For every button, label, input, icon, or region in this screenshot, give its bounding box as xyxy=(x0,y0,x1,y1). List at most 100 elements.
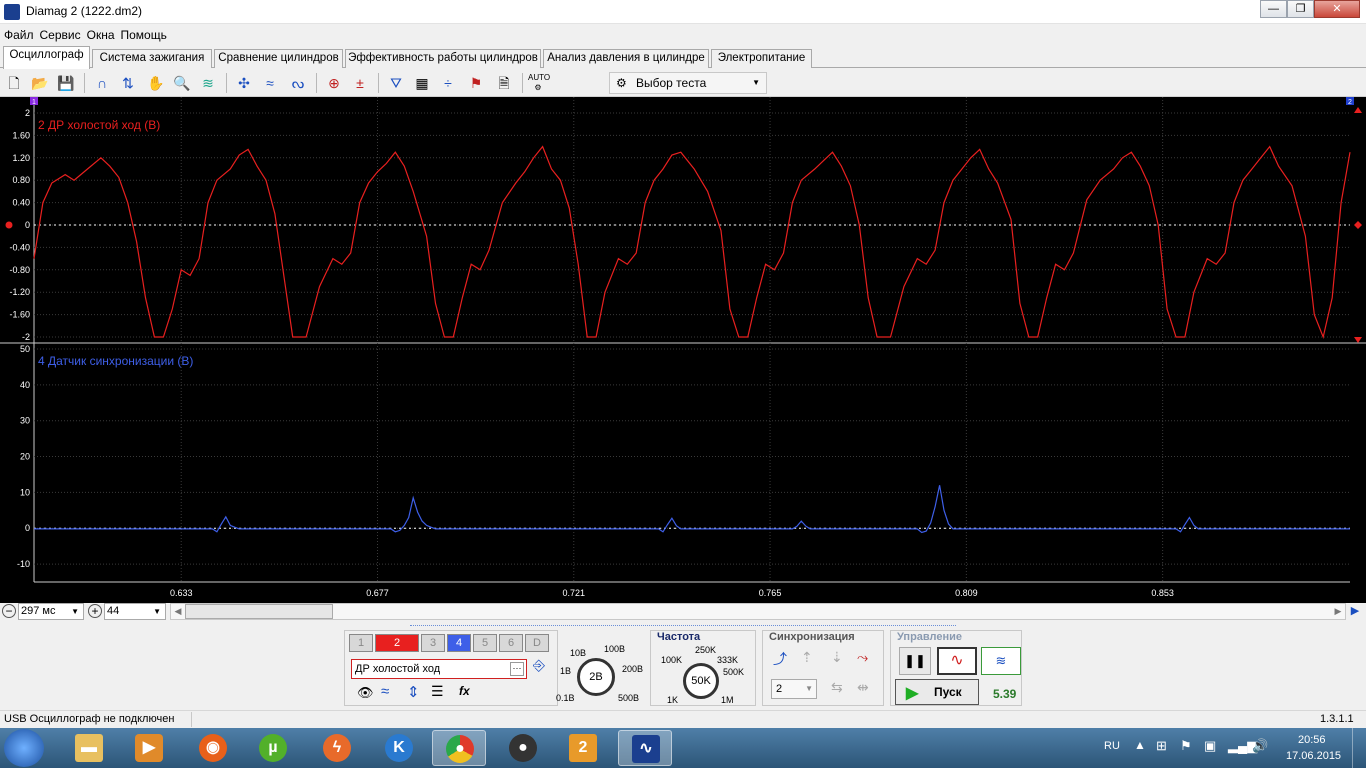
sync-level-icon[interactable]: ⇆ xyxy=(831,679,843,696)
pause-button[interactable]: ❚❚ xyxy=(899,647,931,675)
frequency-knob[interactable]: 50K xyxy=(683,663,719,699)
sync-down-icon[interactable]: ⇣ xyxy=(831,649,843,666)
oscilloscope-view[interactable]: 2 1.60 1.20 0.80 0.40 0 -0.40 -0.80 -1.20 -1.60 -2… xyxy=(0,97,1366,603)
tray-volume-icon[interactable]: 🔊 xyxy=(1252,738,1268,754)
oscilloscope-canvas[interactable]: 2 1.60 1.20 0.80 0.40 0 -0.40 -0.80 -1.20 -1.60 -2… xyxy=(0,97,1366,603)
grid-icon[interactable]: ▦ xyxy=(412,73,432,93)
taskbar-firefox[interactable]: ◉ xyxy=(186,730,240,766)
menu-file[interactable]: Файл xyxy=(0,26,36,42)
rising-edge-icon[interactable]: ⤴ xyxy=(773,649,787,669)
trace-icon[interactable]: ∩ xyxy=(92,73,112,93)
more-button[interactable]: ··· xyxy=(510,662,524,676)
vertical-shift-icon[interactable]: ⇕ xyxy=(407,683,420,701)
scroll-left-icon[interactable]: ◀ xyxy=(171,604,185,619)
channel-button-1[interactable]: 1 xyxy=(349,634,373,652)
hand-icon[interactable]: ✋ xyxy=(146,73,166,93)
tab-cylinder-compare[interactable]: Сравнение цилиндров xyxy=(214,49,343,68)
new-file-icon[interactable]: 🗋 xyxy=(4,73,24,93)
taskbar-game[interactable]: 2 xyxy=(556,730,610,766)
start-button[interactable]: ▶ Пуск xyxy=(895,679,979,705)
menu-help[interactable]: Помощь xyxy=(117,26,169,42)
tab-pressure-analysis[interactable]: Анализ давления в цилиндре xyxy=(543,49,709,68)
tray-flag-icon[interactable]: ⚑ xyxy=(1180,738,1192,754)
tray-device-icon[interactable]: ▣ xyxy=(1204,738,1216,754)
sync-up-icon[interactable]: ⇡ xyxy=(801,649,813,666)
maximize-button[interactable]: ❐ xyxy=(1287,0,1314,18)
utorrent-icon: µ xyxy=(259,734,287,762)
channel-button-3[interactable]: 3 xyxy=(421,634,445,652)
taskbar-chrome[interactable]: ● xyxy=(432,730,486,766)
channel-button-2[interactable]: 2 xyxy=(375,634,419,652)
filter-icon[interactable]: ≋ xyxy=(198,73,218,93)
eye-icon[interactable]: 👁 xyxy=(357,685,374,701)
taskbar-utorrent[interactable]: µ xyxy=(246,730,300,766)
taskbar-recorder[interactable]: ● xyxy=(496,730,550,766)
compress-icon[interactable]: ✣ xyxy=(234,73,254,93)
channel-4-title: 4 Датчик синхронизации (В) xyxy=(38,354,193,368)
connect-probe-icon[interactable]: ⎆ xyxy=(533,657,555,679)
zoom-icon[interactable]: 🔍 xyxy=(172,73,192,93)
sync-shift-icon[interactable]: ⇹ xyxy=(857,679,869,696)
taskbar-k-app[interactable]: K xyxy=(372,730,426,766)
continuous-mode-icon[interactable]: ≋ xyxy=(981,647,1021,675)
document-icon[interactable]: 🗎 xyxy=(494,73,514,93)
zoom-out-icon[interactable]: − xyxy=(2,604,16,618)
close-button[interactable]: ✕ xyxy=(1314,0,1360,18)
taskbar-diamag[interactable]: ∿ xyxy=(618,730,672,766)
tab-power[interactable]: Электропитание xyxy=(711,49,812,68)
play-end-icon[interactable]: ▶ xyxy=(1346,603,1364,620)
tray-window-icon[interactable]: ⊞ xyxy=(1156,738,1167,754)
start-menu-button[interactable] xyxy=(4,729,44,767)
zero-offset-icon[interactable]: ± xyxy=(350,73,370,93)
waves-icon[interactable]: ≈ xyxy=(260,73,280,93)
channel-button-4[interactable]: 4 xyxy=(447,634,471,652)
single-mode-icon[interactable]: ∿ xyxy=(937,647,977,675)
flag-icon[interactable]: ⚑ xyxy=(466,73,486,93)
tab-cylinder-efficiency[interactable]: Эффективность работы цилиндров xyxy=(345,49,541,68)
channel-button-5[interactable]: 5 xyxy=(473,634,497,652)
menu-windows[interactable]: Окна xyxy=(83,26,117,42)
clock-time[interactable]: 20:56 xyxy=(1298,734,1326,746)
scroll-right-icon[interactable]: ▶ xyxy=(1331,604,1345,619)
overlay-icon[interactable]: ᔓ xyxy=(288,73,308,93)
auto-scale-icon[interactable]: ⊕ xyxy=(324,73,344,93)
timebase-value: 297 мс xyxy=(21,605,56,617)
volt-knob[interactable]: 2В xyxy=(577,658,615,696)
taskbar-media[interactable]: ▶ xyxy=(122,730,176,766)
sync-channel-select[interactable]: 2 ▼ xyxy=(771,679,817,699)
panel-handle[interactable] xyxy=(410,621,956,626)
y2-tick-label: 0 xyxy=(25,523,30,533)
timebase-select[interactable]: 297 мс ▼ xyxy=(18,603,84,620)
scroll-thumb[interactable] xyxy=(185,604,333,619)
tab-bar: Осциллограф Система зажигания Сравнение … xyxy=(0,46,1366,69)
measure-icon[interactable]: ⇅ xyxy=(118,73,138,93)
taskbar-flash[interactable]: ϟ xyxy=(310,730,364,766)
taskbar-explorer[interactable]: ▬ xyxy=(62,730,116,766)
tab-oscilloscope[interactable]: Осциллограф xyxy=(3,46,90,69)
marker-filter-icon[interactable]: ⛛ xyxy=(386,73,406,93)
menu-service[interactable]: Сервис xyxy=(36,26,83,42)
dashed-line-icon[interactable]: ☰ xyxy=(431,683,444,700)
zoom-in-icon[interactable]: + xyxy=(88,604,102,618)
split-icon[interactable]: ÷ xyxy=(438,73,458,93)
clock-date[interactable]: 17.06.2015 xyxy=(1286,750,1341,762)
test-select[interactable]: Выбор теста ▼ ⚙ xyxy=(609,72,767,94)
channel-button-6[interactable]: 6 xyxy=(499,634,523,652)
save-icon[interactable]: 💾 xyxy=(56,73,76,93)
waveform-icon[interactable]: ≈ xyxy=(381,683,389,700)
tab-ignition[interactable]: Система зажигания xyxy=(92,49,212,68)
open-folder-icon[interactable]: 📂 xyxy=(30,73,50,93)
auto-icon[interactable]: AUTO ⚙ xyxy=(528,73,550,93)
channel-button-d[interactable]: D xyxy=(525,634,549,652)
sync-off-icon[interactable]: ⤳ xyxy=(857,649,868,666)
language-indicator[interactable]: RU xyxy=(1104,740,1120,752)
function-icon[interactable]: fx xyxy=(459,684,470,698)
tray-arrow-icon[interactable]: ▲ xyxy=(1134,738,1146,752)
minimize-button[interactable]: — xyxy=(1260,0,1287,18)
zoom-select[interactable]: 44 ▼ xyxy=(104,603,166,620)
sync-group: Синхронизация ⤴ ⇡ ⇣ ⤳ 2 ▼ ⇆ ⇹ xyxy=(762,630,884,706)
channel-name: ДР холостой ход xyxy=(355,663,441,675)
horizontal-scrollbar[interactable]: ◀ ▶ xyxy=(170,603,1346,620)
show-desktop-button[interactable] xyxy=(1352,728,1366,768)
channel-name-field[interactable]: ДР холостой ход ··· xyxy=(351,659,527,679)
